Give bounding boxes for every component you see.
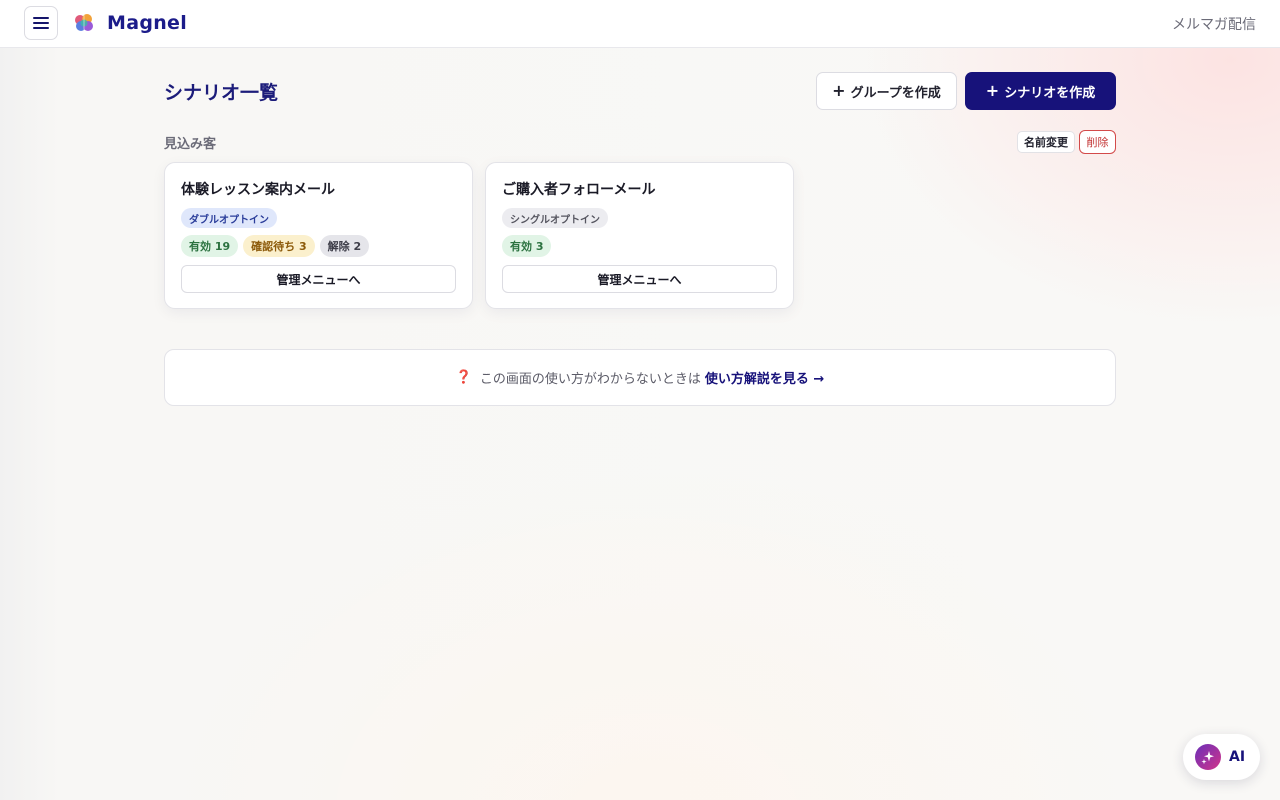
optin-badge: ダブルオプトイン — [181, 208, 277, 228]
manage-menu-button[interactable]: 管理メニューへ — [181, 265, 456, 293]
create-scenario-label: シナリオを作成 — [1004, 85, 1096, 101]
create-scenario-button[interactable]: + シナリオを作成 — [965, 72, 1116, 110]
scenario-card: 体験レッスン案内メール ダブルオプトイン 有効 19 確認待ち 3 解除 2 管… — [164, 162, 473, 309]
optin-badge: シングルオプトイン — [502, 208, 608, 228]
help-text: この画面の使い方がわからないときは — [479, 372, 701, 387]
active-count-badge: 有効 3 — [502, 235, 552, 257]
help-guide-link[interactable]: 使い方解説を見る → — [705, 368, 824, 387]
scenario-card: ご購入者フォローメール シングルオプトイン 有効 3 管理メニューへ — [485, 162, 794, 309]
create-group-button[interactable]: + グループを作成 — [816, 72, 957, 110]
scenario-title: 体験レッスン案内メール — [181, 182, 335, 198]
brand-name: Magnel — [107, 12, 188, 34]
question-icon: ❓ — [455, 370, 472, 385]
active-count-badge: 有効 19 — [181, 235, 239, 257]
plus-icon: + — [985, 81, 1000, 100]
newsletter-link[interactable]: メルマガ配信 — [1172, 14, 1256, 34]
manage-menu-button[interactable]: 管理メニューへ — [502, 265, 777, 293]
brand-logo[interactable]: Magnel — [72, 11, 187, 35]
page-title: シナリオ一覧 — [164, 82, 279, 104]
stats-row: 有効 19 確認待ち 3 解除 2 — [181, 235, 370, 257]
group-name: 見込み客 — [164, 137, 217, 152]
ai-assistant-button[interactable]: AI — [1183, 734, 1260, 780]
create-group-label: グループを作成 — [850, 85, 941, 101]
delete-group-button[interactable]: 削除 — [1079, 130, 1116, 154]
menu-icon — [33, 17, 49, 29]
stats-row: 有効 3 — [502, 235, 552, 257]
rename-group-button[interactable]: 名前変更 — [1017, 131, 1075, 153]
scenario-title: ご購入者フォローメール — [502, 182, 656, 198]
top-bar: Magnel メルマガ配信 — [0, 0, 1280, 48]
hamburger-menu-button[interactable] — [24, 6, 58, 40]
plus-icon: + — [832, 81, 846, 100]
pending-count-badge: 確認待ち 3 — [243, 235, 315, 257]
unsubscribed-count-badge: 解除 2 — [319, 235, 370, 257]
sparkle-icon — [1195, 744, 1221, 770]
brain-logo-icon — [75, 14, 93, 31]
help-banner: ❓ この画面の使い方がわからないときは 使い方解説を見る → — [164, 349, 1116, 406]
ai-label: AI — [1229, 749, 1246, 765]
